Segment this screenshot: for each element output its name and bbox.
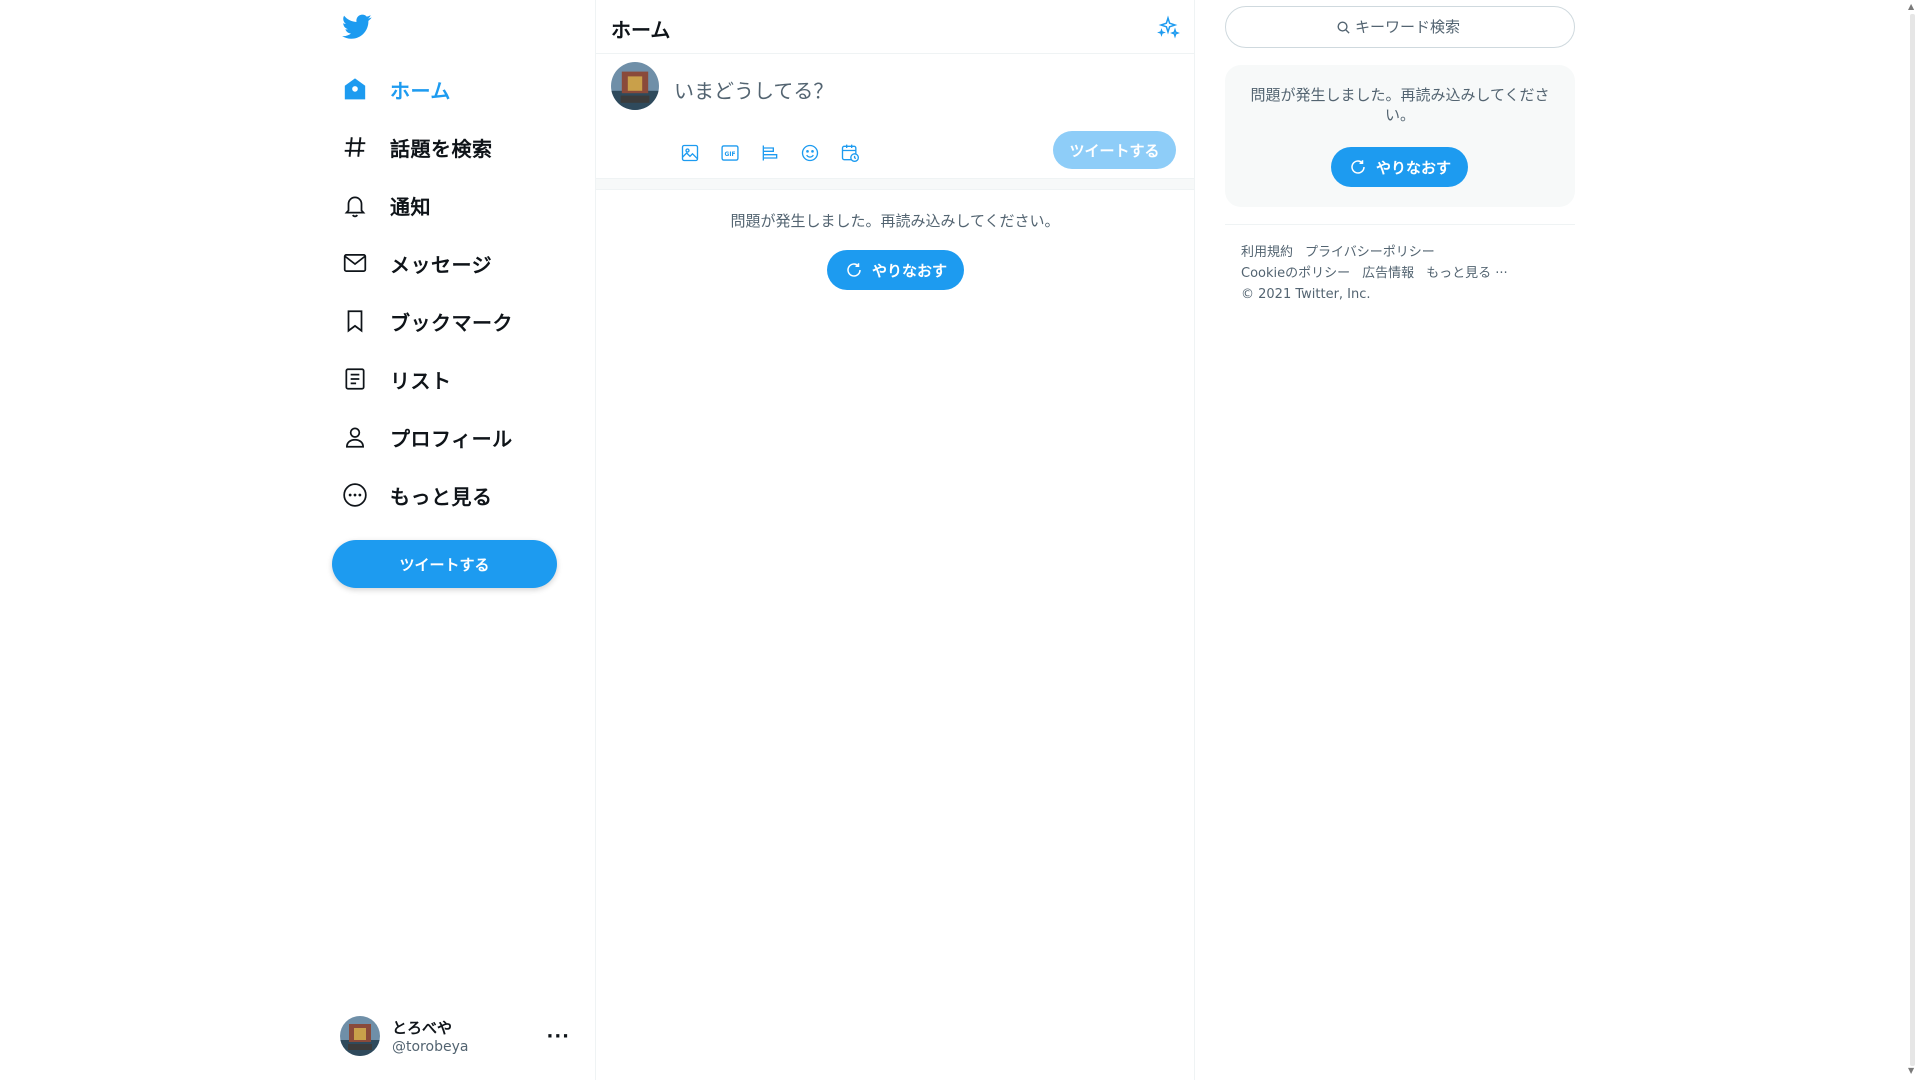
- person-icon: [340, 422, 370, 452]
- composer-tweet-button[interactable]: ツイートする: [1053, 131, 1176, 169]
- refresh-icon: [844, 260, 864, 280]
- list-icon: [340, 364, 370, 394]
- footer-link-ads[interactable]: 広告情報: [1362, 266, 1414, 281]
- tweet-button[interactable]: ツイートする: [332, 540, 557, 588]
- search-input[interactable]: [1355, 18, 1465, 36]
- trends-error-message: 問題が発生しました。再読み込みしてください。: [1250, 86, 1550, 124]
- nav-home[interactable]: ホーム: [326, 60, 594, 118]
- account-more-icon[interactable]: ···: [546, 1026, 570, 1047]
- composer-avatar: [611, 62, 659, 110]
- nav-messages-label: メッセージ: [390, 252, 493, 277]
- more-circle-icon: [340, 480, 370, 510]
- sidebar: ホーム 話題を検索 通知 メッセージ ブックマーク リスト プロフィール もっと…: [326, 0, 594, 1080]
- footer: 利用規約 プライバシーポリシー Cookieのポリシー 広告情報 もっと見る ··· …: [1241, 242, 1561, 305]
- search-icon: [1335, 19, 1351, 35]
- account-switcher[interactable]: とろべや @torobeya ···: [340, 1010, 580, 1062]
- section-divider: [596, 178, 1194, 190]
- nav-bookmarks[interactable]: ブックマーク: [326, 292, 594, 350]
- nav-profile[interactable]: プロフィール: [326, 408, 594, 466]
- nav-lists-label: リスト: [390, 368, 452, 393]
- sparkle-icon[interactable]: [1154, 13, 1182, 41]
- scroll-up-icon[interactable]: ▲: [1908, 2, 1914, 11]
- avatar: [340, 1016, 380, 1056]
- nav-home-label: ホーム: [390, 78, 451, 103]
- gif-icon[interactable]: GIF: [710, 136, 750, 170]
- footer-link-cookies[interactable]: Cookieのポリシー: [1241, 266, 1350, 281]
- account-handle: @torobeya: [392, 1039, 469, 1055]
- nav-bookmarks-label: ブックマーク: [390, 310, 513, 335]
- nav-profile-label: プロフィール: [390, 426, 513, 451]
- footer-divider: [1225, 224, 1575, 225]
- scroll-down-icon[interactable]: ▼: [1908, 1066, 1914, 1075]
- nav-messages[interactable]: メッセージ: [326, 234, 594, 292]
- home-icon: [340, 74, 370, 104]
- footer-link-privacy[interactable]: プライバシーポリシー: [1305, 245, 1435, 260]
- nav-lists[interactable]: リスト: [326, 350, 594, 408]
- nav-explore[interactable]: 話題を検索: [326, 118, 594, 176]
- nav-notifications[interactable]: 通知: [326, 176, 594, 234]
- bell-icon: [340, 190, 370, 220]
- footer-copyright: © 2021 Twitter, Inc.: [1241, 287, 1371, 302]
- svg-text:GIF: GIF: [725, 152, 736, 158]
- account-display-name: とろべや: [392, 1019, 453, 1037]
- hashtag-icon: [340, 132, 370, 162]
- trends-retry-label: やりなおす: [1375, 158, 1451, 177]
- scrollbar-track[interactable]: [1910, 14, 1915, 1066]
- main-timeline: ホーム GIF ツイートする 問題が発生しました。再読み込みしてください。: [595, 0, 1195, 1080]
- composer-toolbar: GIF: [670, 136, 870, 170]
- tweet-composer-input[interactable]: [674, 76, 1074, 106]
- trends-retry-button[interactable]: やりなおす: [1331, 147, 1468, 187]
- footer-link-more[interactable]: もっと見る ···: [1426, 266, 1508, 281]
- footer-link-terms[interactable]: 利用規約: [1241, 245, 1293, 260]
- timeline-header: ホーム: [596, 0, 1194, 54]
- search-bar[interactable]: [1225, 6, 1575, 48]
- image-icon[interactable]: [670, 136, 710, 170]
- timeline-error-message: 問題が発生しました。再読み込みしてください。: [730, 212, 1060, 230]
- emoji-icon[interactable]: [790, 136, 830, 170]
- nav-more[interactable]: もっと見る: [326, 466, 594, 524]
- page-scrollbar[interactable]: ▲ ▼: [1905, 0, 1920, 1080]
- poll-icon[interactable]: [750, 136, 790, 170]
- nav-more-label: もっと見る: [390, 484, 493, 509]
- timeline-retry-label: やりなおす: [871, 261, 947, 280]
- page-title: ホーム: [611, 18, 671, 42]
- schedule-icon[interactable]: [830, 136, 870, 170]
- nav-notifications-label: 通知: [390, 194, 431, 219]
- refresh-icon: [1348, 157, 1368, 177]
- mail-icon: [340, 248, 370, 278]
- bookmark-icon: [340, 306, 370, 336]
- nav-explore-label: 話題を検索: [390, 136, 493, 161]
- trends-error-card: 問題が発生しました。再読み込みしてください。 やりなおす: [1225, 65, 1575, 207]
- twitter-bird-icon[interactable]: [340, 10, 374, 44]
- right-sidebar: 問題が発生しました。再読み込みしてください。 やりなおす 利用規約プライバシーポ…: [1225, 0, 1575, 1080]
- timeline-retry-button[interactable]: やりなおす: [827, 250, 964, 290]
- primary-nav: ホーム 話題を検索 通知 メッセージ ブックマーク リスト プロフィール もっと…: [326, 60, 594, 524]
